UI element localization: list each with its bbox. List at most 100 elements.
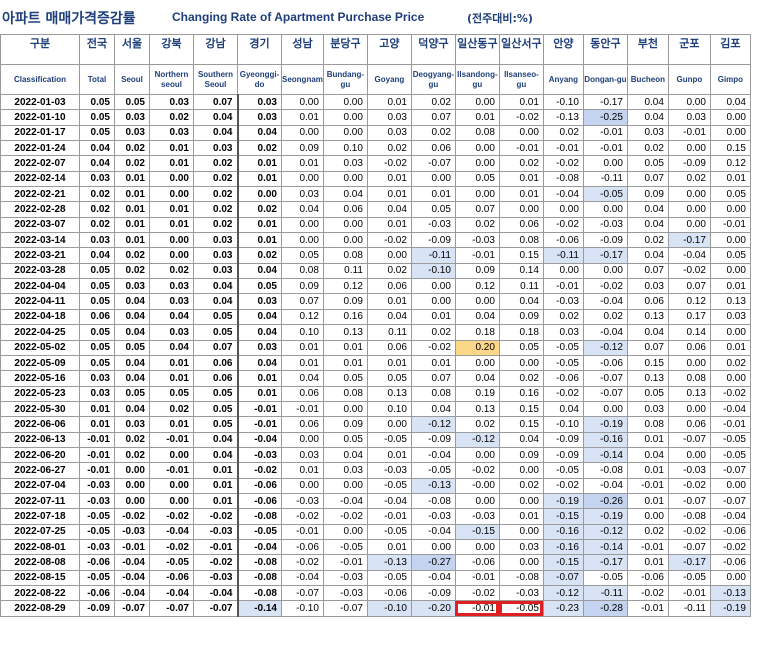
value-cell[interactable]: -0.06 (366, 584, 412, 602)
value-cell[interactable]: 0.04 (193, 431, 239, 448)
value-cell[interactable]: 0.04 (79, 155, 115, 172)
value-cell[interactable]: 0.15 (498, 400, 544, 418)
value-cell[interactable]: 0.02 (79, 186, 115, 203)
value-cell[interactable]: 0.03 (237, 339, 282, 356)
value-cell[interactable]: 0.02 (114, 247, 150, 264)
value-cell[interactable]: -0.17 (582, 93, 628, 111)
value-cell[interactable]: 0.01 (149, 155, 194, 172)
column-header-en-4[interactable]: Southern Seoul (193, 64, 238, 95)
value-cell[interactable]: -0.09 (410, 431, 456, 448)
value-cell[interactable]: 0.02 (114, 262, 150, 280)
value-cell[interactable]: 0.03 (114, 124, 150, 142)
value-cell[interactable]: -0.02 (542, 477, 584, 494)
value-cell[interactable]: 0.04 (114, 400, 150, 418)
value-cell[interactable]: -0.17 (667, 554, 711, 571)
value-cell[interactable]: 0.02 (366, 140, 412, 157)
value-cell[interactable]: 0.01 (498, 170, 544, 188)
value-cell[interactable]: 0.18 (454, 324, 500, 341)
value-cell[interactable]: 0.13 (454, 400, 500, 418)
value-cell[interactable]: 0.01 (149, 140, 194, 157)
value-cell[interactable]: -0.02 (498, 109, 544, 126)
value-cell[interactable]: 0.04 (193, 278, 239, 295)
value-cell[interactable]: -0.03 (454, 232, 500, 249)
value-cell[interactable]: 0.05 (281, 247, 324, 264)
value-cell[interactable]: -0.08 (237, 569, 282, 587)
value-cell[interactable]: 0.03 (626, 124, 669, 142)
value-cell[interactable]: 0.02 (410, 124, 456, 142)
value-cell[interactable]: 0.00 (410, 170, 456, 188)
value-cell[interactable]: -0.01 (149, 431, 194, 448)
row-date-cell[interactable]: 2022-07-04 (0, 477, 80, 494)
value-cell[interactable]: 0.08 (667, 370, 711, 387)
value-cell[interactable]: 0.00 (281, 232, 324, 249)
value-cell[interactable]: 0.01 (366, 216, 412, 234)
value-cell[interactable]: 0.01 (79, 416, 115, 433)
value-cell[interactable]: 0.01 (114, 201, 150, 218)
value-cell[interactable]: 0.00 (709, 569, 751, 587)
value-cell[interactable]: -0.08 (237, 508, 282, 525)
value-cell[interactable]: 0.01 (237, 232, 282, 249)
value-cell[interactable]: 0.01 (626, 462, 669, 479)
value-cell[interactable]: 0.10 (322, 140, 368, 157)
value-cell[interactable]: -0.01 (79, 462, 115, 479)
value-cell[interactable]: 0.01 (114, 170, 150, 188)
column-header-en-3[interactable]: Northern seoul (149, 64, 194, 95)
value-cell[interactable]: -0.12 (454, 431, 500, 448)
value-cell[interactable]: 0.01 (114, 232, 150, 249)
value-cell[interactable]: 0.05 (79, 93, 115, 111)
value-cell[interactable]: 0.00 (709, 109, 751, 126)
value-cell[interactable]: 0.05 (79, 262, 115, 280)
value-cell[interactable]: 0.06 (498, 216, 544, 234)
value-cell[interactable]: 0.04 (193, 293, 239, 310)
value-cell[interactable]: 0.07 (193, 339, 239, 356)
value-cell[interactable]: 0.13 (366, 385, 412, 402)
value-cell[interactable]: 0.08 (410, 385, 456, 402)
value-cell[interactable]: 0.04 (149, 308, 194, 326)
value-cell[interactable]: -0.01 (709, 416, 751, 433)
value-cell[interactable]: 0.02 (114, 140, 150, 157)
value-cell[interactable]: -0.05 (410, 462, 456, 479)
value-cell[interactable]: 0.00 (498, 354, 544, 372)
value-cell[interactable]: 0.03 (237, 93, 282, 111)
value-cell[interactable]: -0.02 (542, 216, 584, 234)
value-cell[interactable]: 0.05 (709, 247, 751, 264)
value-cell[interactable]: 0.00 (667, 201, 711, 218)
value-cell[interactable]: -0.06 (582, 354, 628, 372)
row-date-cell[interactable]: 2022-04-25 (0, 324, 80, 341)
column-header-en-11[interactable]: Ilsanseo-gu (498, 64, 544, 95)
value-cell[interactable]: 0.02 (626, 140, 669, 157)
value-cell[interactable]: 0.06 (626, 293, 669, 310)
value-cell[interactable]: -0.07 (193, 600, 239, 617)
value-cell[interactable]: 0.02 (498, 155, 544, 172)
value-cell[interactable]: 0.05 (79, 109, 115, 126)
value-cell[interactable]: 0.00 (322, 523, 368, 540)
value-cell[interactable]: 0.00 (454, 140, 500, 157)
value-cell[interactable]: 0.05 (322, 370, 368, 387)
value-cell[interactable]: 0.08 (322, 247, 368, 264)
value-cell[interactable]: 0.01 (709, 339, 751, 356)
value-cell[interactable]: -0.02 (542, 385, 584, 402)
value-cell[interactable]: -0.01 (667, 124, 711, 142)
column-header-ko-0[interactable]: 구분 (0, 34, 80, 65)
row-date-cell[interactable]: 2022-07-25 (0, 523, 80, 540)
value-cell[interactable]: 0.09 (454, 262, 500, 280)
value-cell[interactable]: 0.01 (114, 186, 150, 203)
value-cell[interactable]: 0.05 (709, 186, 751, 203)
value-cell[interactable]: 0.01 (193, 477, 239, 494)
value-cell[interactable]: -0.03 (193, 569, 239, 587)
value-cell[interactable]: 0.00 (454, 186, 500, 203)
value-cell[interactable]: 0.00 (322, 232, 368, 249)
value-cell[interactable]: -0.04 (542, 186, 584, 203)
value-cell[interactable]: -0.02 (626, 584, 669, 602)
value-cell[interactable]: -0.07 (281, 584, 324, 602)
value-cell[interactable]: 0.13 (626, 370, 669, 387)
value-cell[interactable]: -0.19 (709, 600, 751, 617)
value-cell[interactable]: -0.01 (542, 140, 584, 157)
value-cell[interactable]: -0.07 (667, 431, 711, 448)
value-cell[interactable]: 0.13 (626, 308, 669, 326)
value-cell[interactable]: 0.08 (454, 124, 500, 142)
value-cell[interactable]: 0.01 (366, 186, 412, 203)
value-cell[interactable]: 0.06 (667, 416, 711, 433)
value-cell[interactable]: -0.13 (366, 554, 412, 571)
value-cell[interactable]: 0.00 (542, 201, 584, 218)
